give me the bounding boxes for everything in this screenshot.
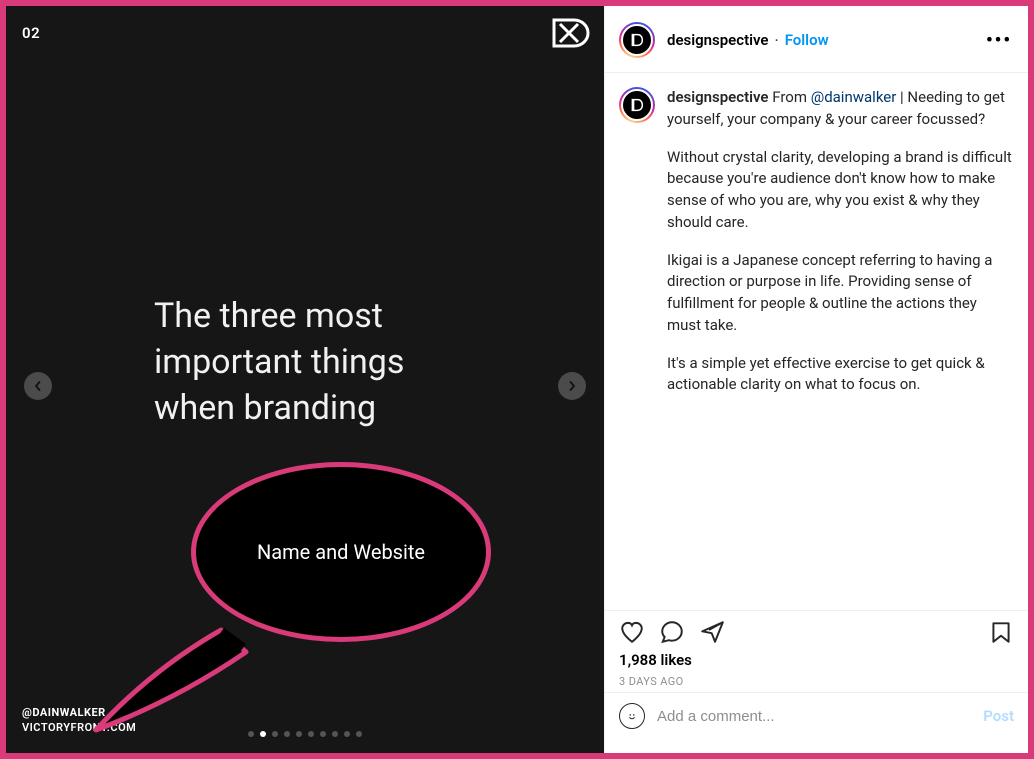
header-separator: · [775, 31, 779, 50]
post-media: 02 The three most important things when … [6, 6, 604, 753]
share-button[interactable] [699, 619, 725, 645]
carousel-dot[interactable] [308, 731, 314, 737]
caption-paragraph: Without crystal clarity, developing a br… [667, 147, 1014, 234]
caption-text: designspective From @dainwalker | Needin… [667, 87, 1014, 412]
carousel-dot[interactable] [320, 731, 326, 737]
smiley-icon [625, 709, 639, 723]
post-timestamp: 3 days ago [619, 675, 1014, 688]
carousel-dot[interactable] [344, 731, 350, 737]
save-button[interactable] [988, 619, 1014, 645]
like-button[interactable] [619, 619, 645, 645]
caption-area: designspective From @dainwalker | Needin… [605, 73, 1028, 610]
avatar-story-ring[interactable] [619, 22, 655, 58]
post-comment-button[interactable]: Post [983, 707, 1014, 725]
post-author-link[interactable]: designspective [667, 31, 769, 49]
comment-icon [659, 619, 685, 645]
action-bar: 1,988 likes 3 days ago [605, 610, 1028, 692]
caption-username[interactable]: designspective [667, 88, 769, 106]
caption-paragraph: It's a simple yet effective exercise to … [667, 353, 1014, 397]
likes-number: 1,988 [619, 651, 657, 669]
slide-number: 02 [22, 24, 40, 42]
follow-button[interactable]: Follow [785, 31, 829, 49]
likes-suffix: likes [657, 651, 692, 669]
post-header: designspective · Follow ••• [605, 6, 1028, 73]
callout-bubble: Name and Website [191, 462, 491, 642]
heart-icon [619, 619, 645, 645]
comment-input[interactable] [657, 708, 971, 725]
comment-button[interactable] [659, 619, 685, 645]
callout-text: Name and Website [257, 540, 425, 564]
avatar [621, 24, 653, 56]
caption-mention-link[interactable]: @dainwalker [811, 88, 897, 106]
carousel-dot[interactable] [332, 731, 338, 737]
caption-avatar [621, 89, 653, 121]
comment-bar: Post [605, 692, 1028, 753]
carousel-dot[interactable] [272, 731, 278, 737]
likes-count[interactable]: 1,988 likes [619, 651, 1014, 669]
caption-avatar-ring[interactable] [619, 87, 655, 123]
emoji-picker-button[interactable] [619, 703, 645, 729]
carousel-dot[interactable] [296, 731, 302, 737]
carousel-dot[interactable] [284, 731, 290, 737]
annotation-callout: Name and Website [191, 462, 491, 642]
carousel-next-button[interactable] [558, 372, 586, 400]
slide-headline: The three most important things when bra… [154, 294, 404, 432]
post-details: designspective · Follow ••• designspecti… [604, 6, 1028, 753]
post-frame: 02 The three most important things when … [0, 0, 1034, 759]
caption-paragraph: Ikigai is a Japanese concept referring t… [667, 250, 1014, 337]
brand-logo-icon [550, 18, 590, 48]
bookmark-icon [988, 619, 1014, 645]
avatar-logo-icon [629, 97, 645, 113]
more-options-button[interactable]: ••• [986, 30, 1014, 51]
caption-lead-prefix: From [772, 88, 810, 106]
avatar-logo-icon [629, 32, 645, 48]
carousel-dot[interactable] [356, 731, 362, 737]
carousel-prev-button[interactable] [24, 372, 52, 400]
share-icon [699, 619, 725, 645]
